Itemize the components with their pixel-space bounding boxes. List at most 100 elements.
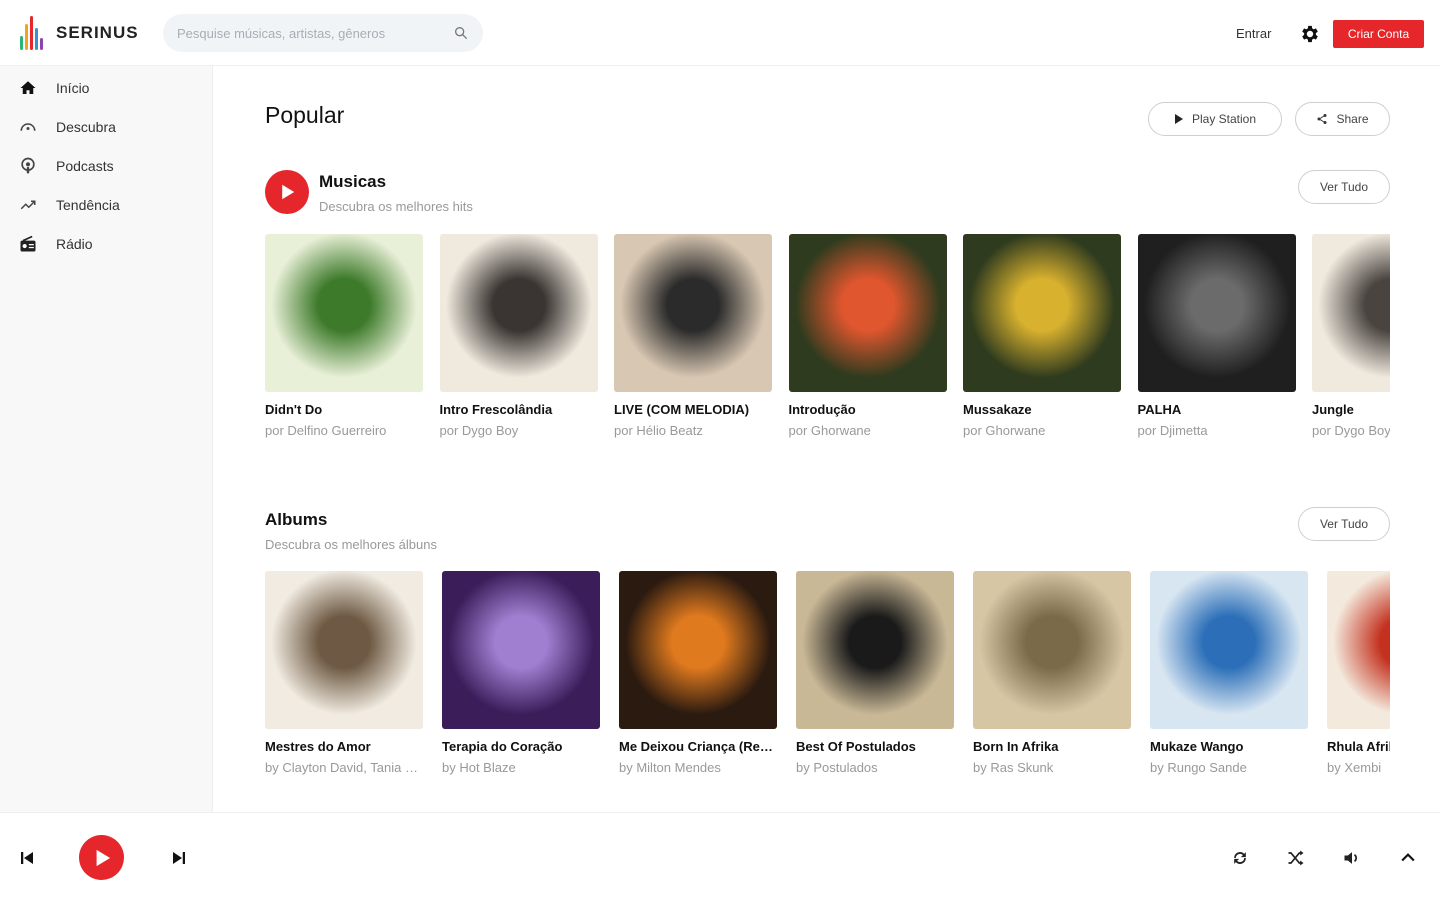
search-bar: [163, 14, 483, 52]
song-card[interactable]: LIVE (COM MELODIA) por Hélio Beatz: [614, 234, 774, 438]
album-title[interactable]: Me Deixou Criança (Remix): [619, 739, 777, 754]
album-artist[interactable]: by Postulados: [796, 760, 954, 775]
song-card[interactable]: Introdução por Ghorwane: [788, 234, 949, 438]
next-icon: [173, 852, 185, 864]
gear-icon[interactable]: [1299, 23, 1321, 45]
search-icon[interactable]: [453, 25, 469, 41]
sidebar-item-label: Tendência: [56, 197, 120, 213]
song-card[interactable]: Jungle por Dygo Boy: [1312, 234, 1390, 438]
songs-see-all-button[interactable]: Ver Tudo: [1298, 170, 1390, 204]
song-title[interactable]: Didn't Do: [265, 402, 423, 417]
play-button[interactable]: [79, 835, 124, 880]
signin-link[interactable]: Entrar: [1236, 26, 1271, 41]
album-card[interactable]: Best Of Postulados by Postulados: [796, 571, 956, 775]
search-input[interactable]: [177, 25, 453, 41]
sidebar: Início Descubra Podcasts Tendência Rádio: [0, 66, 213, 812]
song-cover-art: [788, 234, 947, 392]
song-artist[interactable]: por Hélio Beatz: [614, 423, 772, 438]
shuffle-icon: [1288, 850, 1304, 866]
album-title[interactable]: Mestres do Amor: [265, 739, 423, 754]
sidebar-item-trending[interactable]: Tendência: [18, 193, 120, 217]
album-card[interactable]: Terapia do Coração by Hot Blaze: [442, 571, 602, 775]
next-button[interactable]: [168, 847, 190, 869]
album-card[interactable]: Me Deixou Criança (Remix) by Milton Mende…: [619, 571, 779, 775]
albums-section-subtitle: Descubra os melhores álbuns: [265, 537, 437, 552]
song-title[interactable]: Intro Frescolândia: [440, 402, 598, 417]
album-card[interactable]: Mukaze Wango by Rungo Sande: [1150, 571, 1310, 775]
create-account-button[interactable]: Criar Conta: [1333, 20, 1424, 48]
song-artist[interactable]: por Dygo Boy: [1312, 423, 1390, 438]
album-title[interactable]: Mukaze Wango: [1150, 739, 1308, 754]
logo-bars-icon: [20, 16, 46, 50]
album-artist[interactable]: by Xembi: [1327, 760, 1390, 775]
album-cover-art: [796, 571, 954, 729]
sidebar-item-label: Podcasts: [56, 158, 114, 174]
songs-play-button[interactable]: [265, 170, 309, 214]
song-title[interactable]: Jungle: [1312, 402, 1390, 417]
album-card[interactable]: Mestres do Amor by Clayton David, Tania M…: [265, 571, 425, 775]
song-artist[interactable]: por Ghorwane: [963, 423, 1121, 438]
album-cover-art: [1327, 571, 1390, 729]
share-label: Share: [1336, 112, 1369, 126]
song-title[interactable]: Introdução: [789, 402, 947, 417]
share-button[interactable]: Share: [1295, 102, 1390, 136]
song-artist[interactable]: por Dygo Boy: [440, 423, 598, 438]
song-artist[interactable]: por Ghorwane: [789, 423, 947, 438]
sidebar-item-podcasts[interactable]: Podcasts: [18, 154, 114, 178]
album-title[interactable]: Rhula Afrika: [1327, 739, 1390, 754]
album-artist[interactable]: by Rungo Sande: [1150, 760, 1308, 775]
sidebar-item-label: Rádio: [56, 236, 93, 252]
song-card[interactable]: Mussakaze por Ghorwane: [963, 234, 1123, 438]
album-artist[interactable]: by Milton Mendes: [619, 760, 777, 775]
album-cover-art: [619, 571, 777, 729]
repeat-button[interactable]: [1229, 847, 1251, 869]
top-header: SERINUS Entrar Criar Conta: [0, 0, 1440, 66]
song-artist[interactable]: por Delfino Guerreiro: [265, 423, 423, 438]
songs-section-subtitle: Descubra os melhores hits: [319, 199, 473, 214]
previous-button[interactable]: [16, 847, 38, 869]
album-artist[interactable]: by Hot Blaze: [442, 760, 600, 775]
shuffle-button[interactable]: [1285, 847, 1307, 869]
play-icon: [282, 184, 295, 200]
previous-icon: [21, 852, 33, 864]
volume-button[interactable]: [1341, 847, 1363, 869]
song-cover-art: [963, 234, 1121, 392]
play-icon: [96, 849, 110, 866]
album-cover-art: [442, 571, 600, 729]
expand-button[interactable]: [1397, 847, 1419, 869]
discover-icon: [18, 117, 38, 137]
albums-see-all-button[interactable]: Ver Tudo: [1298, 507, 1390, 541]
song-title[interactable]: LIVE (COM MELODIA): [614, 402, 772, 417]
play-icon: [1174, 114, 1183, 124]
song-card[interactable]: Didn't Do por Delfino Guerreiro: [265, 234, 425, 438]
album-title[interactable]: Terapia do Coração: [442, 739, 600, 754]
song-cover-art: [1137, 234, 1296, 392]
sidebar-item-label: Descubra: [56, 119, 116, 135]
album-artist[interactable]: by Ras Skunk: [973, 760, 1131, 775]
sidebar-item-label: Início: [56, 80, 90, 96]
play-station-button[interactable]: Play Station: [1148, 102, 1282, 136]
song-card[interactable]: Intro Frescolândia por Dygo Boy: [439, 234, 600, 438]
song-title[interactable]: PALHA: [1138, 402, 1296, 417]
album-cover-art: [973, 571, 1131, 729]
brand-name: SERINUS: [56, 23, 139, 42]
song-card[interactable]: PALHA por Djimetta: [1137, 234, 1298, 438]
song-cover-art: [265, 234, 423, 392]
song-artist[interactable]: por Djimetta: [1138, 423, 1296, 438]
sidebar-item-discover[interactable]: Descubra: [18, 115, 116, 139]
album-artist[interactable]: by Clayton David, Tania Mestres: [265, 760, 423, 775]
brand-logo[interactable]: SERINUS: [20, 16, 139, 50]
trending-icon: [18, 195, 38, 215]
main-content: Popular Play Station Share Musicas Descu…: [213, 66, 1440, 812]
album-title[interactable]: Best Of Postulados: [796, 739, 954, 754]
album-card[interactable]: Born In Afrika by Ras Skunk: [973, 571, 1133, 775]
expand-up-icon: [1401, 853, 1415, 862]
repeat-icon: [1234, 852, 1246, 864]
album-title[interactable]: Born In Afrika: [973, 739, 1131, 754]
sidebar-item-radio[interactable]: Rádio: [18, 232, 93, 256]
sidebar-item-home[interactable]: Início: [18, 76, 89, 100]
album-card[interactable]: Rhula Afrika by Xembi: [1327, 571, 1390, 775]
volume-icon: [1344, 852, 1357, 864]
song-title[interactable]: Mussakaze: [963, 402, 1121, 417]
songs-section-title: Musicas: [319, 172, 387, 191]
